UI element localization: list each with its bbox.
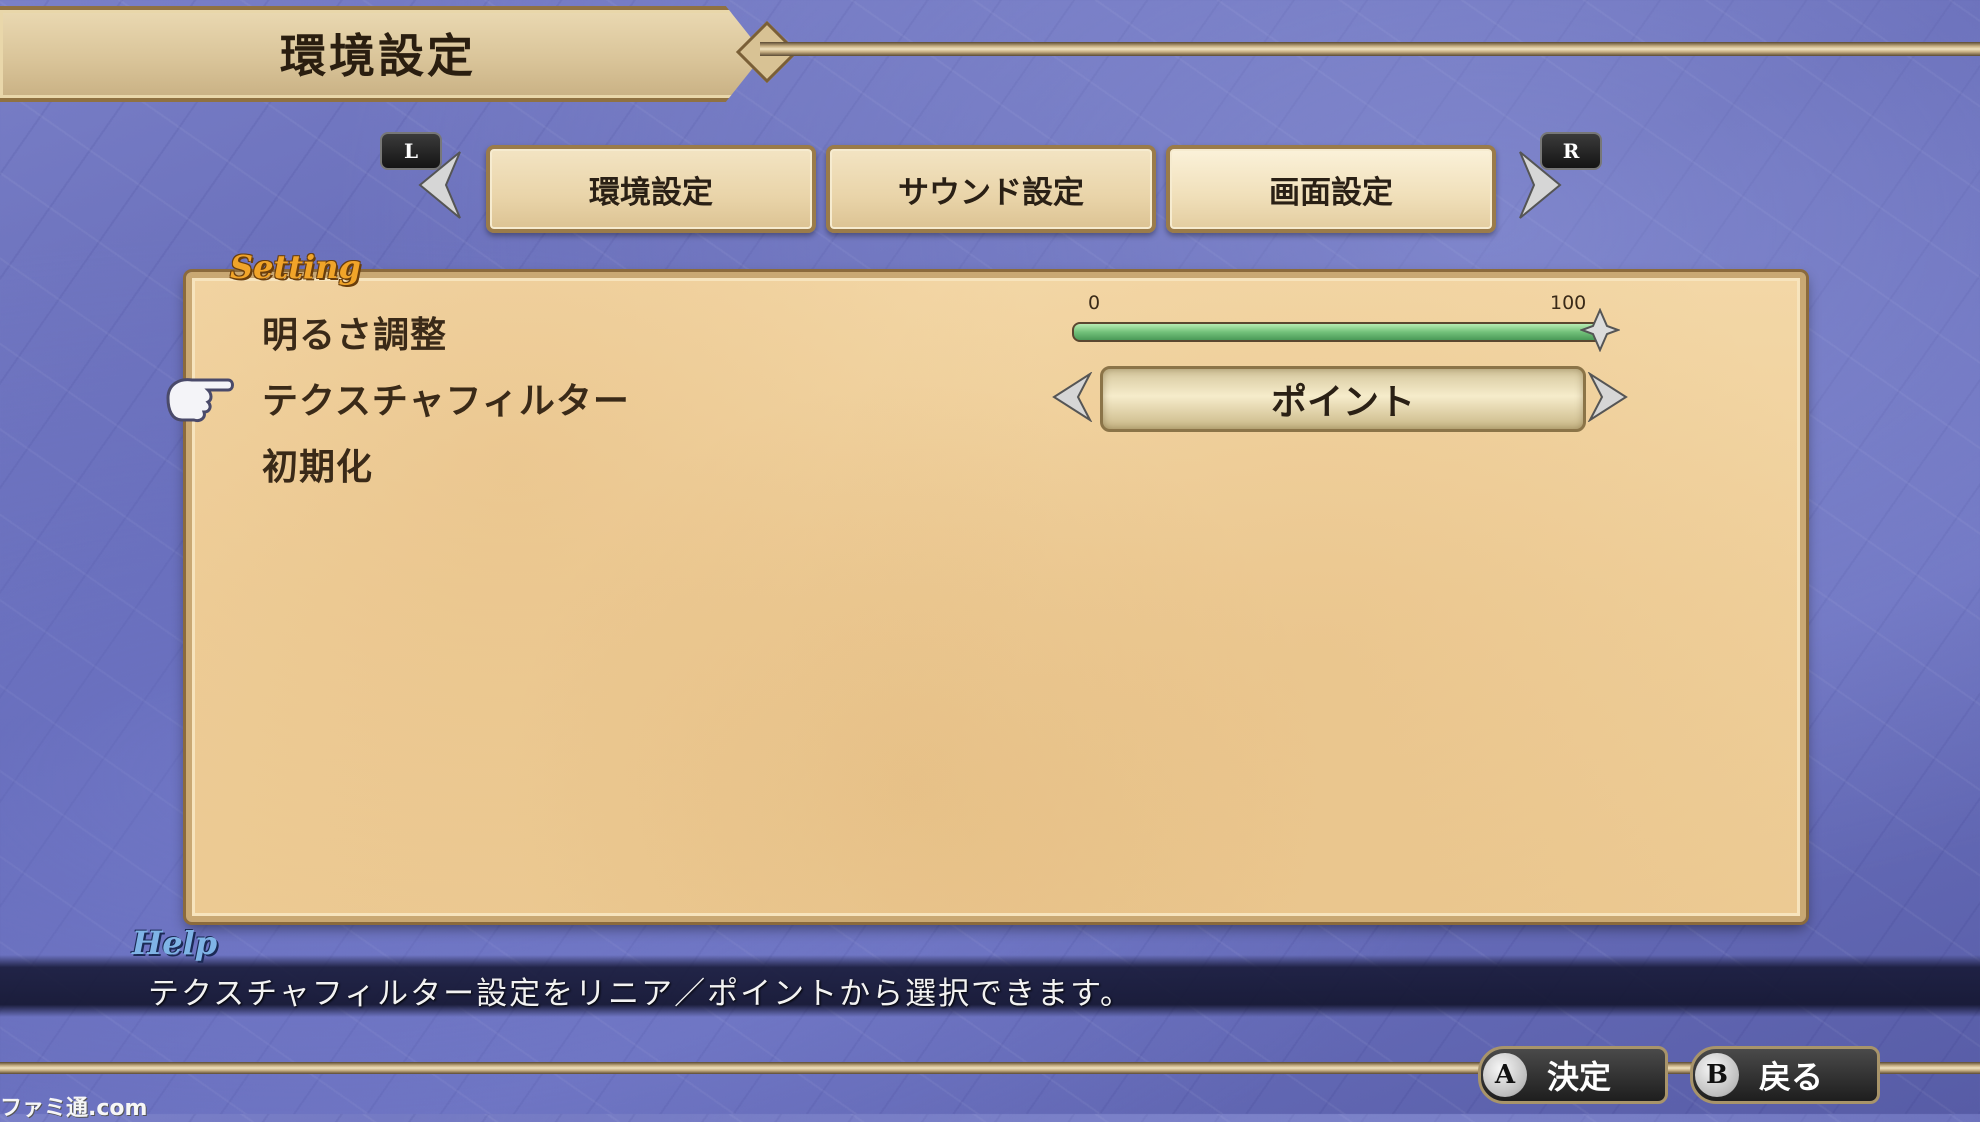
top-rail: [760, 42, 1980, 56]
chevron-left-icon[interactable]: [416, 150, 464, 220]
menu-item-reset[interactable]: 初期化: [262, 438, 373, 490]
back-label: 戻る: [1759, 1058, 1824, 1096]
setting-section-label: Setting: [230, 248, 361, 286]
confirm-label: 決定: [1547, 1058, 1612, 1096]
confirm-button[interactable]: A 決定: [1478, 1046, 1668, 1104]
watermark-logo: ファミ通.com: [0, 1096, 148, 1121]
pointing-hand-icon: [166, 378, 234, 422]
help-label: Help: [132, 924, 218, 962]
filter-next-chevron-icon[interactable]: [1586, 372, 1630, 422]
menu-item-brightness[interactable]: 明るさ調整: [262, 306, 447, 358]
r-shoulder-button[interactable]: R: [1540, 132, 1602, 170]
menu-item-texture-filter[interactable]: テクスチャフィルター: [262, 372, 630, 424]
b-button-icon: B: [1695, 1053, 1739, 1097]
tab-environment[interactable]: 環境設定: [486, 145, 816, 233]
bottom-rail: [0, 1062, 1980, 1074]
texture-filter-value[interactable]: ポイント: [1100, 366, 1586, 432]
back-button[interactable]: B 戻る: [1690, 1046, 1880, 1104]
a-button-icon: A: [1483, 1053, 1527, 1097]
help-text: テクスチャフィルター設定をリニア／ポイントから選択できます。: [148, 976, 1134, 1012]
diamond-knob-icon[interactable]: [1580, 308, 1620, 352]
brightness-slider-fill: [1074, 324, 1602, 340]
brightness-min-label: 0: [1088, 292, 1101, 314]
page-title: 環境設定: [280, 29, 476, 83]
tab-display[interactable]: 画面設定: [1166, 145, 1496, 233]
tab-sound[interactable]: サウンド設定: [826, 145, 1156, 233]
filter-prev-chevron-icon[interactable]: [1050, 372, 1094, 422]
brightness-slider[interactable]: [1072, 322, 1604, 342]
